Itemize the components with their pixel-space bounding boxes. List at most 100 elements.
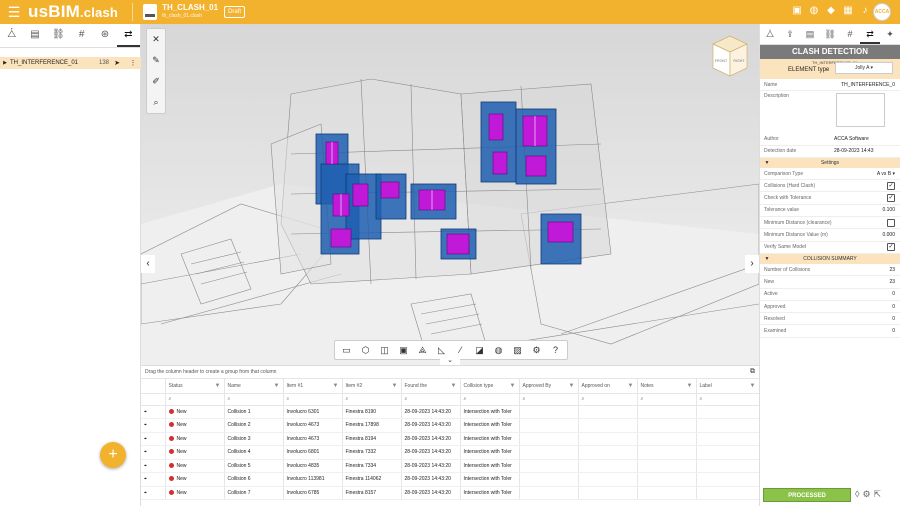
document-icon[interactable]: ▤ — [800, 24, 820, 44]
table-row[interactable]: ⌖ New Collision 5 Involucro 4835 Finestr… — [141, 459, 760, 473]
clash-icon[interactable]: ⇄ — [860, 24, 880, 44]
explode-icon[interactable]: ⟁ — [416, 345, 430, 356]
comparison-type-select[interactable]: A vs B ▾ — [834, 171, 900, 177]
next-arrow-icon[interactable]: › — [745, 255, 759, 273]
globe-icon[interactable]: ◍ — [809, 6, 819, 16]
column-header-approved-by[interactable]: Approved By ▼ — [519, 379, 579, 394]
same-model-checkbox[interactable]: ✓ — [887, 243, 895, 252]
column-header-found[interactable]: Found the ▼ — [401, 379, 461, 394]
model-tree-icon[interactable]: ⧊ — [0, 24, 23, 47]
filter-search-icon[interactable]: ⌕ — [224, 393, 284, 406]
min-distance-value-field[interactable]: 0.000 — [834, 232, 900, 238]
processed-button[interactable]: PROCESSED — [763, 488, 851, 502]
tolerance-value-field[interactable]: 0.100 — [834, 207, 900, 213]
table-row[interactable]: ⌖ New Collision 1 Involucro 6301 Finestr… — [141, 405, 760, 419]
export-icon[interactable]: ⇪ — [780, 24, 800, 44]
summary-section-header[interactable]: ▼ COLLISION SUMMARY — [760, 253, 900, 264]
filter-search-icon[interactable]: ⌕ — [460, 393, 520, 406]
column-header-label[interactable]: Label ▼ — [696, 379, 760, 394]
filter-search-icon[interactable]: ⌕ — [283, 393, 343, 406]
hamburger-menu-icon[interactable]: ☰ — [0, 4, 28, 21]
video-icon[interactable]: ▭ — [340, 345, 354, 356]
row-zoom-icon[interactable]: ⌖ — [141, 405, 166, 419]
row-zoom-icon[interactable]: ⌖ — [141, 432, 166, 446]
draft-badge[interactable]: Draft — [224, 6, 246, 18]
export-icon[interactable]: ⧉ — [750, 368, 755, 376]
avatar[interactable]: ACCA — [873, 3, 891, 21]
add-button[interactable]: + — [100, 442, 126, 468]
layers-icon[interactable]: ◆ — [826, 6, 836, 16]
filter-search-icon[interactable]: ⌕ — [637, 393, 697, 406]
paint-icon[interactable]: ⁄ — [454, 345, 468, 355]
table-row[interactable]: ⌖ New Collision 3 Involucro 4673 Finestr… — [141, 432, 760, 446]
drop-icon[interactable]: ◊ — [855, 489, 859, 500]
tolerance-checkbox[interactable]: ✓ — [887, 194, 895, 203]
hash-icon[interactable]: # — [840, 24, 860, 44]
row-zoom-icon[interactable]: ⌖ — [141, 486, 166, 500]
view-cube[interactable]: FRONT RIGHT — [711, 34, 749, 78]
eraser-icon[interactable]: ✐ — [147, 71, 165, 92]
column-header-item1[interactable]: Item #1 ▼ — [283, 379, 343, 394]
caret-right-icon[interactable]: ▶ — [0, 60, 10, 66]
bell-icon[interactable]: ♪ — [860, 6, 870, 16]
filter-search-icon[interactable]: ⌕ — [519, 393, 579, 406]
name-field[interactable]: TH_INTERFERENCE_0 — [834, 82, 900, 88]
settings-cube-icon[interactable]: ✦ — [880, 24, 900, 44]
tree-item[interactable]: ▶ TH_INTERFERENCE_01 138 ➤ ⋮ — [0, 57, 141, 69]
gear-icon[interactable]: ⚙ — [862, 489, 870, 500]
document-icon[interactable]: ▤ — [23, 24, 46, 47]
link-icon[interactable]: ⛓ — [47, 24, 70, 47]
send-icon[interactable]: ➤ — [109, 59, 125, 67]
row-zoom-icon[interactable]: ⌖ — [141, 472, 166, 487]
hash-icon[interactable]: # — [70, 24, 93, 47]
3d-viewport[interactable] — [141, 24, 759, 365]
settings-section-header[interactable]: ▼ Settings — [760, 157, 900, 168]
brush-icon[interactable]: ✎ — [147, 50, 165, 71]
column-header-name[interactable]: Name ▼ — [224, 379, 284, 394]
min-distance-checkbox[interactable] — [887, 218, 895, 227]
files-icon[interactable]: ▣ — [792, 6, 802, 16]
element-type-select[interactable]: Jolly A ▾ — [835, 62, 893, 74]
filter-search-icon[interactable]: ⌕ — [696, 393, 760, 406]
table-row[interactable]: ⌖ New Collision 4 Involucro 6801 Finestr… — [141, 445, 760, 460]
cube-icon[interactable]: ⬡ — [359, 345, 373, 356]
column-header-approved-on[interactable]: Approved on ▼ — [578, 379, 638, 394]
chevron-down-icon[interactable]: ▼ — [760, 160, 774, 166]
filter-search-icon[interactable]: ⌕ — [578, 393, 638, 406]
hard-clash-checkbox[interactable]: ✓ — [887, 181, 895, 190]
filter-search-icon[interactable]: ⌕ — [401, 393, 461, 406]
external-link-icon[interactable]: ⇱ — [874, 489, 882, 500]
close-icon[interactable]: ✕ — [147, 29, 165, 50]
help-icon[interactable]: ? — [549, 345, 563, 355]
globe-icon[interactable]: ◍ — [492, 345, 506, 356]
filter-search-icon[interactable]: ⌕ — [342, 393, 402, 406]
network-icon[interactable]: ⊛ — [93, 24, 116, 47]
row-zoom-icon[interactable]: ⌖ — [141, 459, 166, 473]
row-zoom-icon[interactable]: ⌖ — [141, 445, 166, 460]
description-field[interactable] — [836, 93, 885, 128]
chevron-down-icon[interactable]: ⌄ — [440, 357, 460, 365]
filter-search-icon[interactable]: ⌕ — [165, 393, 225, 406]
cubes-icon[interactable]: ▦ — [843, 6, 853, 16]
gear-icon[interactable]: ⚙ — [530, 345, 544, 356]
column-header-notes[interactable]: Notes ▼ — [637, 379, 697, 394]
more-icon[interactable]: ⋮ — [125, 59, 141, 67]
table-row[interactable]: ⌖ New Collision 6 Involucro 113981 Fines… — [141, 472, 760, 487]
clip-icon[interactable]: ◪ — [473, 345, 487, 356]
column-header-item2[interactable]: Item #2 ▼ — [342, 379, 402, 394]
row-zoom-icon[interactable]: ⌖ — [141, 418, 166, 433]
clash-icon[interactable]: ⇄ — [116, 24, 140, 47]
model-icon[interactable]: ⧊ — [760, 24, 780, 44]
table-row[interactable]: ⌖ New Collision 2 Involucro 4673 Finestr… — [141, 418, 760, 433]
chevron-down-icon[interactable]: ▼ — [760, 256, 774, 262]
zoom-icon[interactable]: ⌕ — [147, 92, 165, 113]
measure-icon[interactable]: ◺ — [435, 345, 449, 356]
box-icon[interactable]: ▣ — [397, 345, 411, 356]
column-header-collision-type[interactable]: Collision type ▼ — [460, 379, 520, 394]
link-icon[interactable]: ⛓ — [820, 24, 840, 44]
column-header-status[interactable]: Status ▼ — [165, 379, 225, 394]
previous-arrow-icon[interactable]: ‹ — [141, 255, 155, 273]
image-icon[interactable]: ▨ — [511, 345, 525, 356]
section-icon[interactable]: ◫ — [378, 345, 392, 356]
table-row[interactable]: ⌖ New Collision 7 Involucro 6785 Finestr… — [141, 486, 760, 500]
